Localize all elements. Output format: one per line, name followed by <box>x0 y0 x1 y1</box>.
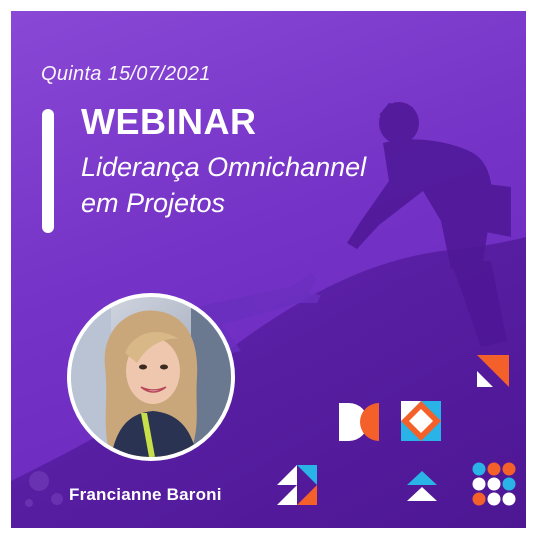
event-type: WEBINAR <box>81 101 257 142</box>
brand-shape-triangles <box>277 465 317 505</box>
event-date: Quinta 15/07/2021 <box>41 63 211 85</box>
accent-bar <box>42 109 54 233</box>
brand-shape-dc <box>339 403 379 441</box>
speaker-name: Francianne Baroni <box>69 485 222 504</box>
brand-shape-diamond <box>401 401 441 441</box>
webinar-poster: Quinta 15/07/2021 WEBINAR Liderança Omni… <box>11 11 526 528</box>
brand-shape-dots <box>472 462 516 506</box>
brand-shape-arrow <box>477 355 509 387</box>
event-title-line1: Liderança Omnichannel <box>81 152 367 182</box>
event-title-line2: em Projetos <box>81 188 226 218</box>
event-title: Liderança Omnichannel em Projetos <box>81 149 411 221</box>
speaker-photo <box>67 293 235 461</box>
brand-shape-chevrons <box>407 471 437 501</box>
